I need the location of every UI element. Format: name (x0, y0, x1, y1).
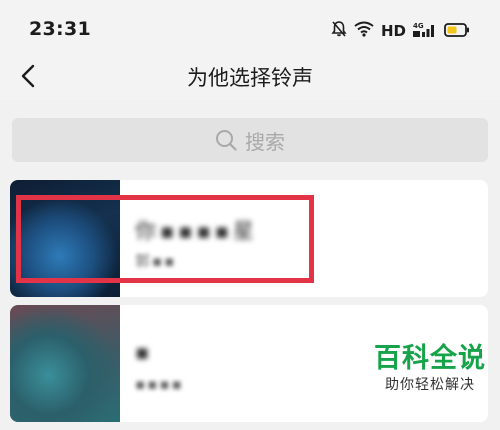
status-time: 23:31 (29, 18, 91, 40)
network-label: 4G (413, 22, 424, 30)
page-title: 为他选择铃声 (187, 66, 313, 90)
album-cover (10, 180, 120, 297)
search-input[interactable]: 搜索 (12, 118, 488, 162)
song-item[interactable]: 你▪▪▪▪星 郭▪▪ (10, 180, 488, 297)
song-artist: 郭▪▪ (135, 252, 177, 270)
ringtone-list: 你▪▪▪▪星 郭▪▪ ▪ ▪▪▪▪ (10, 180, 488, 430)
status-bar: 23:31 HD 4G (0, 0, 500, 52)
song-artist: ▪▪▪▪ (135, 375, 184, 393)
signal-icon: 4G (413, 20, 437, 42)
bell-muted-icon (331, 20, 347, 42)
album-cover (10, 305, 120, 422)
status-icons: HD 4G (331, 20, 470, 42)
battery-icon (444, 22, 470, 41)
search-placeholder: 搜索 (245, 129, 285, 154)
wifi-icon (354, 21, 374, 41)
song-item[interactable]: ▪ ▪▪▪▪ (10, 305, 488, 422)
search-icon (216, 130, 237, 151)
song-title: 你▪▪▪▪星 (135, 219, 258, 243)
header: 为他选择铃声 (0, 52, 500, 100)
hd-label: HD (380, 22, 406, 40)
song-title: ▪ (135, 340, 154, 364)
battery-level (447, 26, 457, 33)
